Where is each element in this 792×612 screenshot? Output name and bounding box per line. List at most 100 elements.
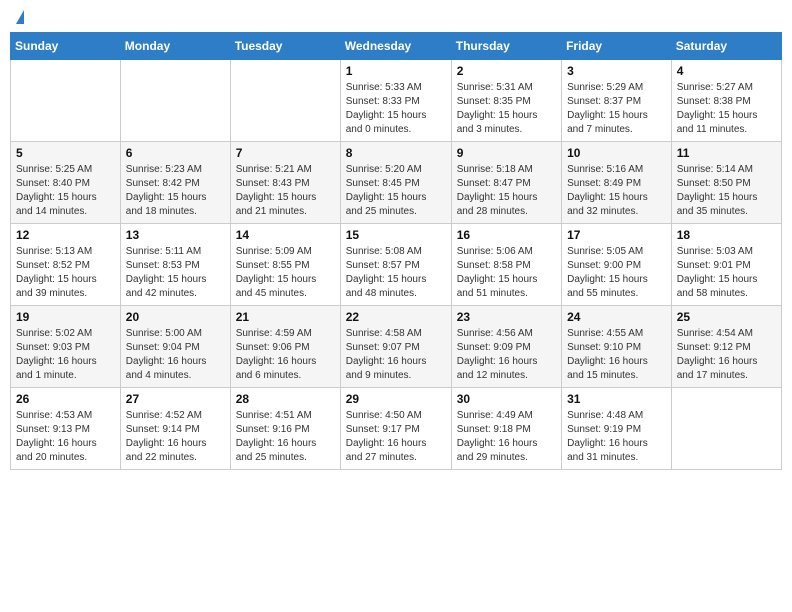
day-info: Sunrise: 5:18 AM Sunset: 8:47 PM Dayligh… xyxy=(457,163,556,219)
day-info: Sunrise: 5:11 AM Sunset: 8:53 PM Dayligh… xyxy=(126,245,225,301)
calendar-day-cell: 27 Sunrise: 4:52 AM Sunset: 9:14 PM Dayli… xyxy=(120,388,230,470)
day-info: Sunrise: 4:59 AM Sunset: 9:06 PM Dayligh… xyxy=(236,327,335,383)
day-number: 12 xyxy=(16,228,115,242)
day-number: 20 xyxy=(126,310,225,324)
day-info: Sunrise: 5:27 AM Sunset: 8:38 PM Dayligh… xyxy=(677,81,776,137)
day-info: Sunrise: 5:13 AM Sunset: 8:52 PM Dayligh… xyxy=(16,245,115,301)
calendar-day-cell: 24 Sunrise: 4:55 AM Sunset: 9:10 PM Dayli… xyxy=(562,306,672,388)
day-info: Sunrise: 4:48 AM Sunset: 9:19 PM Dayligh… xyxy=(567,409,666,465)
day-info: Sunrise: 4:50 AM Sunset: 9:17 PM Dayligh… xyxy=(346,409,446,465)
day-info: Sunrise: 5:16 AM Sunset: 8:49 PM Dayligh… xyxy=(567,163,666,219)
calendar-header-sunday: Sunday xyxy=(11,33,121,60)
day-number: 10 xyxy=(567,146,666,160)
day-number: 15 xyxy=(346,228,446,242)
calendar-day-cell: 11 Sunrise: 5:14 AM Sunset: 8:50 PM Dayli… xyxy=(671,142,781,224)
calendar-day-cell: 7 Sunrise: 5:21 AM Sunset: 8:43 PM Daylig… xyxy=(230,142,340,224)
calendar-empty-cell xyxy=(11,60,121,142)
calendar-header-saturday: Saturday xyxy=(671,33,781,60)
calendar-day-cell: 20Sunrise: 5:00 AM Sunset: 9:04 PM Dayli… xyxy=(120,306,230,388)
day-number: 21 xyxy=(236,310,335,324)
calendar-day-cell: 25 Sunrise: 4:54 AM Sunset: 9:12 PM Dayli… xyxy=(671,306,781,388)
calendar-day-cell: 15Sunrise: 5:08 AM Sunset: 8:57 PM Dayli… xyxy=(340,224,451,306)
logo-triangle-icon xyxy=(16,10,24,24)
calendar-header-wednesday: Wednesday xyxy=(340,33,451,60)
calendar-day-cell: 13 Sunrise: 5:11 AM Sunset: 8:53 PM Dayli… xyxy=(120,224,230,306)
calendar-empty-cell xyxy=(120,60,230,142)
calendar-day-cell: 31 Sunrise: 4:48 AM Sunset: 9:19 PM Dayli… xyxy=(562,388,672,470)
day-info: Sunrise: 5:02 AM Sunset: 9:03 PM Dayligh… xyxy=(16,327,115,383)
day-info: Sunrise: 4:55 AM Sunset: 9:10 PM Dayligh… xyxy=(567,327,666,383)
day-info: Sunrise: 5:29 AM Sunset: 8:37 PM Dayligh… xyxy=(567,81,666,137)
calendar-header-monday: Monday xyxy=(120,33,230,60)
day-number: 2 xyxy=(457,64,556,78)
calendar-day-cell: 14 Sunrise: 5:09 AM Sunset: 8:55 PM Dayli… xyxy=(230,224,340,306)
day-info: Sunrise: 5:03 AM Sunset: 9:01 PM Dayligh… xyxy=(677,245,776,301)
day-number: 11 xyxy=(677,146,776,160)
calendar-empty-cell xyxy=(671,388,781,470)
day-number: 30 xyxy=(457,392,556,406)
calendar-header-thursday: Thursday xyxy=(451,33,561,60)
day-info: Sunrise: 4:52 AM Sunset: 9:14 PM Dayligh… xyxy=(126,409,225,465)
day-info: Sunrise: 4:56 AM Sunset: 9:09 PM Dayligh… xyxy=(457,327,556,383)
day-number: 17 xyxy=(567,228,666,242)
day-number: 24 xyxy=(567,310,666,324)
calendar-day-cell: 21 Sunrise: 4:59 AM Sunset: 9:06 PM Dayli… xyxy=(230,306,340,388)
day-number: 27 xyxy=(126,392,225,406)
day-info: Sunrise: 5:25 AM Sunset: 8:40 PM Dayligh… xyxy=(16,163,115,219)
day-info: Sunrise: 5:05 AM Sunset: 9:00 PM Dayligh… xyxy=(567,245,666,301)
day-info: Sunrise: 5:06 AM Sunset: 8:58 PM Dayligh… xyxy=(457,245,556,301)
day-number: 23 xyxy=(457,310,556,324)
calendar-day-cell: 26 Sunrise: 4:53 AM Sunset: 9:13 PM Dayli… xyxy=(11,388,121,470)
calendar-day-cell: 1 Sunrise: 5:33 AM Sunset: 8:33 PM Daylig… xyxy=(340,60,451,142)
calendar-day-cell: 30Sunrise: 4:49 AM Sunset: 9:18 PM Dayli… xyxy=(451,388,561,470)
day-number: 22 xyxy=(346,310,446,324)
calendar-day-cell: 17 Sunrise: 5:05 AM Sunset: 9:00 PM Dayli… xyxy=(562,224,672,306)
day-number: 6 xyxy=(126,146,225,160)
day-number: 7 xyxy=(236,146,335,160)
calendar-header-row: SundayMondayTuesdayWednesdayThursdayFrid… xyxy=(11,33,782,60)
day-number: 18 xyxy=(677,228,776,242)
calendar-header-tuesday: Tuesday xyxy=(230,33,340,60)
calendar-day-cell: 5 Sunrise: 5:25 AM Sunset: 8:40 PM Daylig… xyxy=(11,142,121,224)
day-number: 13 xyxy=(126,228,225,242)
day-number: 16 xyxy=(457,228,556,242)
day-number: 25 xyxy=(677,310,776,324)
calendar-week-row: 12 Sunrise: 5:13 AM Sunset: 8:52 PM Dayli… xyxy=(11,224,782,306)
calendar-day-cell: 28Sunrise: 4:51 AM Sunset: 9:16 PM Dayli… xyxy=(230,388,340,470)
calendar-day-cell: 22 Sunrise: 4:58 AM Sunset: 9:07 PM Dayli… xyxy=(340,306,451,388)
calendar-day-cell: 3 Sunrise: 5:29 AM Sunset: 8:37 PM Daylig… xyxy=(562,60,672,142)
day-number: 26 xyxy=(16,392,115,406)
day-number: 19 xyxy=(16,310,115,324)
calendar-day-cell: 12 Sunrise: 5:13 AM Sunset: 8:52 PM Dayli… xyxy=(11,224,121,306)
calendar-day-cell: 16 Sunrise: 5:06 AM Sunset: 8:58 PM Dayli… xyxy=(451,224,561,306)
day-info: Sunrise: 4:54 AM Sunset: 9:12 PM Dayligh… xyxy=(677,327,776,383)
day-number: 31 xyxy=(567,392,666,406)
calendar-day-cell: 2 Sunrise: 5:31 AM Sunset: 8:35 PM Daylig… xyxy=(451,60,561,142)
calendar-day-cell: 19 Sunrise: 5:02 AM Sunset: 9:03 PM Dayli… xyxy=(11,306,121,388)
day-number: 3 xyxy=(567,64,666,78)
day-number: 9 xyxy=(457,146,556,160)
calendar-day-cell: 6 Sunrise: 5:23 AM Sunset: 8:42 PM Daylig… xyxy=(120,142,230,224)
day-number: 5 xyxy=(16,146,115,160)
logo xyxy=(14,10,24,24)
day-info: Sunrise: 4:58 AM Sunset: 9:07 PM Dayligh… xyxy=(346,327,446,383)
calendar-week-row: 19 Sunrise: 5:02 AM Sunset: 9:03 PM Dayli… xyxy=(11,306,782,388)
calendar-day-cell: 8Sunrise: 5:20 AM Sunset: 8:45 PM Daylig… xyxy=(340,142,451,224)
calendar-week-row: 26 Sunrise: 4:53 AM Sunset: 9:13 PM Dayli… xyxy=(11,388,782,470)
day-info: Sunrise: 5:09 AM Sunset: 8:55 PM Dayligh… xyxy=(236,245,335,301)
day-number: 14 xyxy=(236,228,335,242)
day-number: 1 xyxy=(346,64,446,78)
day-info: Sunrise: 5:31 AM Sunset: 8:35 PM Dayligh… xyxy=(457,81,556,137)
day-info: Sunrise: 5:14 AM Sunset: 8:50 PM Dayligh… xyxy=(677,163,776,219)
day-number: 4 xyxy=(677,64,776,78)
page-header xyxy=(10,10,782,24)
calendar-week-row: 1 Sunrise: 5:33 AM Sunset: 8:33 PM Daylig… xyxy=(11,60,782,142)
day-info: Sunrise: 4:53 AM Sunset: 9:13 PM Dayligh… xyxy=(16,409,115,465)
calendar-day-cell: 10 Sunrise: 5:16 AM Sunset: 8:49 PM Dayli… xyxy=(562,142,672,224)
day-info: Sunrise: 5:21 AM Sunset: 8:43 PM Dayligh… xyxy=(236,163,335,219)
day-number: 28 xyxy=(236,392,335,406)
calendar-day-cell: 29Sunrise: 4:50 AM Sunset: 9:17 PM Dayli… xyxy=(340,388,451,470)
day-info: Sunrise: 5:23 AM Sunset: 8:42 PM Dayligh… xyxy=(126,163,225,219)
day-info: Sunrise: 5:20 AM Sunset: 8:45 PM Dayligh… xyxy=(346,163,446,219)
day-info: Sunrise: 5:33 AM Sunset: 8:33 PM Dayligh… xyxy=(346,81,446,137)
